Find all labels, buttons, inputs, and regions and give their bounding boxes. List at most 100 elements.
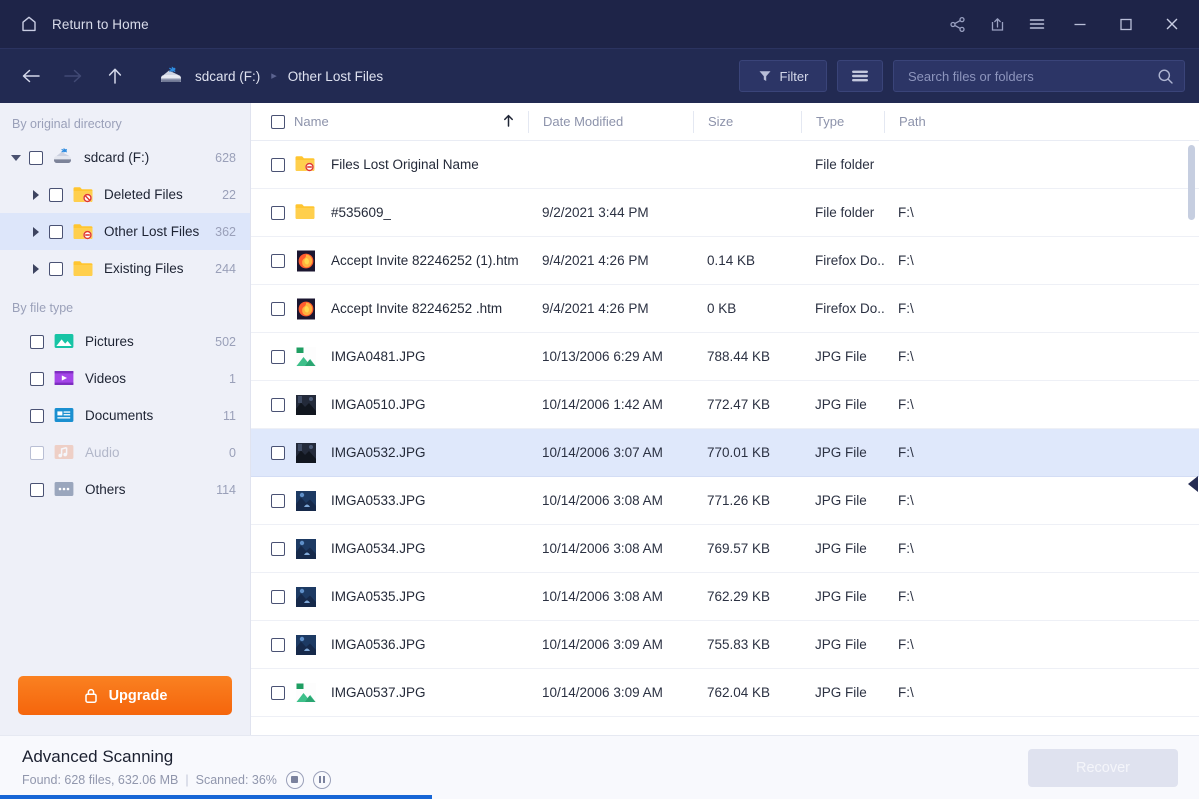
table-row[interactable]: IMGA0537.JPG 10/14/2006 3:09 AM 762.04 KB J…	[251, 669, 1199, 717]
maximize-icon[interactable]	[1103, 4, 1149, 44]
cell-size: 0 KB	[707, 301, 737, 316]
cell-name: IMGA0535.JPG	[251, 585, 528, 609]
column-header-path[interactable]: Path	[884, 110, 1199, 133]
chevron-down-icon[interactable]	[7, 154, 25, 161]
row-checkbox[interactable]	[271, 157, 285, 172]
upgrade-button[interactable]: Upgrade	[18, 676, 232, 715]
vertical-scrollbar[interactable]	[1188, 145, 1195, 220]
column-header-type[interactable]: Type	[801, 110, 884, 133]
row-checkbox[interactable]	[271, 301, 285, 316]
chevron-right-icon[interactable]	[27, 189, 45, 200]
file-name: IMGA0533.JPG	[331, 493, 426, 508]
chevron-right-icon[interactable]	[27, 226, 45, 237]
cell-name: #535609_	[251, 201, 528, 225]
column-header-size[interactable]: Size	[693, 110, 801, 133]
table-row[interactable]: IMGA0532.JPG 10/14/2006 3:07 AM 770.01 KB J…	[251, 429, 1199, 477]
select-all-checkbox[interactable]	[271, 114, 285, 129]
table-row[interactable]: IMGA0536.JPG 10/14/2006 3:09 AM 755.83 KB J…	[251, 621, 1199, 669]
menu-icon[interactable]	[1017, 4, 1057, 44]
filter-button[interactable]: Filter	[739, 60, 827, 92]
table-row[interactable]: IMGA0534.JPG 10/14/2006 3:08 AM 769.57 KB J…	[251, 525, 1199, 573]
funnel-icon	[758, 69, 772, 83]
row-checkbox[interactable]	[271, 589, 285, 604]
row-checkbox[interactable]	[49, 224, 63, 239]
row-checkbox[interactable]	[271, 493, 285, 508]
sidebar-filetype-item[interactable]: Pictures 502	[0, 323, 250, 360]
column-header-name[interactable]: Name	[251, 111, 528, 133]
row-checkbox[interactable]	[271, 685, 285, 700]
table-row[interactable]: #535609_ 9/2/2021 3:44 PM File folder F:\	[251, 189, 1199, 237]
cell-type: Firefox Do...	[815, 253, 884, 268]
cell-size: 769.57 KB	[707, 541, 771, 556]
pause-icon[interactable]	[312, 770, 331, 789]
close-icon[interactable]	[1149, 4, 1195, 44]
table-row[interactable]: Accept Invite 82246252 (1).htm 9/4/2021 4…	[251, 237, 1199, 285]
table-row[interactable]: Files Lost Original Name File folder	[251, 141, 1199, 189]
back-arrow-icon[interactable]	[10, 55, 52, 97]
search-icon[interactable]	[1157, 68, 1174, 85]
sidebar-filetype-item-label: Videos	[85, 371, 127, 386]
search-input[interactable]	[908, 68, 1157, 84]
row-checkbox[interactable]	[30, 408, 44, 423]
row-checkbox[interactable]	[29, 150, 43, 165]
cell-date: 10/14/2006 3:09 AM	[542, 637, 663, 652]
image-green-icon	[294, 681, 318, 705]
return-to-home-button[interactable]: Return to Home	[18, 7, 157, 41]
row-checkbox[interactable]	[271, 541, 285, 556]
documents-icon	[53, 405, 75, 427]
row-checkbox[interactable]	[30, 482, 44, 497]
file-name: IMGA0534.JPG	[331, 541, 426, 556]
table-row[interactable]: Accept Invite 82246252 .htm 9/4/2021 4:26…	[251, 285, 1199, 333]
cell-name: IMGA0534.JPG	[251, 537, 528, 561]
recover-button[interactable]: Recover	[1028, 748, 1178, 787]
row-checkbox[interactable]	[30, 445, 44, 460]
table-row[interactable]: IMGA0535.JPG 10/14/2006 3:08 AM 762.29 KB J…	[251, 573, 1199, 621]
stop-icon[interactable]	[285, 770, 304, 789]
table-row[interactable]: IMGA0533.JPG 10/14/2006 3:08 AM 771.26 KB J…	[251, 477, 1199, 525]
chevron-right-icon[interactable]	[27, 263, 45, 274]
row-checkbox[interactable]	[30, 334, 44, 349]
sort-ascending-icon[interactable]	[503, 114, 514, 130]
cell-path: F:\	[898, 253, 914, 268]
cell-date: 10/14/2006 1:42 AM	[542, 397, 663, 412]
table-row[interactable]: IMGA0481.JPG 10/13/2006 6:29 AM 788.44 KB J…	[251, 333, 1199, 381]
row-checkbox[interactable]	[49, 187, 63, 202]
row-checkbox[interactable]	[49, 261, 63, 276]
thumbnail-dark-icon	[294, 393, 318, 417]
sidebar-filetype-item[interactable]: Videos 1	[0, 360, 250, 397]
recover-label: Recover	[1076, 759, 1130, 776]
row-checkbox[interactable]	[271, 205, 285, 220]
up-arrow-icon[interactable]	[94, 55, 136, 97]
sidebar-tree-item[interactable]: Other Lost Files 362	[0, 213, 250, 250]
cell-path: F:\	[898, 349, 914, 364]
cell-name: IMGA0537.JPG	[251, 681, 528, 705]
minimize-icon[interactable]	[1057, 4, 1103, 44]
cell-size: 771.26 KB	[707, 493, 771, 508]
sidebar-filetype-item[interactable]: Others 114	[0, 471, 250, 508]
cell-path: F:\	[898, 685, 914, 700]
row-checkbox[interactable]	[271, 445, 285, 460]
sidebar-tree-item[interactable]: Existing Files 244	[0, 250, 250, 287]
list-view-button[interactable]	[837, 60, 883, 92]
forward-arrow-icon[interactable]	[52, 55, 94, 97]
row-checkbox[interactable]	[271, 637, 285, 652]
search-box[interactable]	[893, 60, 1185, 92]
breadcrumb-current[interactable]: Other Lost Files	[288, 69, 383, 84]
preview-panel-toggle[interactable]	[1186, 471, 1199, 497]
sidebar-tree-item-label: Deleted Files	[104, 187, 183, 202]
row-checkbox[interactable]	[30, 371, 44, 386]
column-header-date[interactable]: Date Modified	[528, 110, 693, 133]
sidebar-filetype-item[interactable]: Audio 0	[0, 434, 250, 471]
sidebar-filetype-item[interactable]: Documents 11	[0, 397, 250, 434]
sidebar-filetype-item-count: 114	[216, 482, 236, 497]
cell-name: IMGA0533.JPG	[251, 489, 528, 513]
breadcrumb-root[interactable]: sdcard (F:)	[195, 69, 260, 84]
share-icon[interactable]	[937, 4, 977, 44]
row-checkbox[interactable]	[271, 349, 285, 364]
export-icon[interactable]	[977, 4, 1017, 44]
sidebar-tree-item[interactable]: Deleted Files 22	[0, 176, 250, 213]
sidebar-tree-item[interactable]: sdcard (F:) 628	[0, 139, 250, 176]
row-checkbox[interactable]	[271, 397, 285, 412]
row-checkbox[interactable]	[271, 253, 285, 268]
table-row[interactable]: IMGA0510.JPG 10/14/2006 1:42 AM 772.47 KB J…	[251, 381, 1199, 429]
